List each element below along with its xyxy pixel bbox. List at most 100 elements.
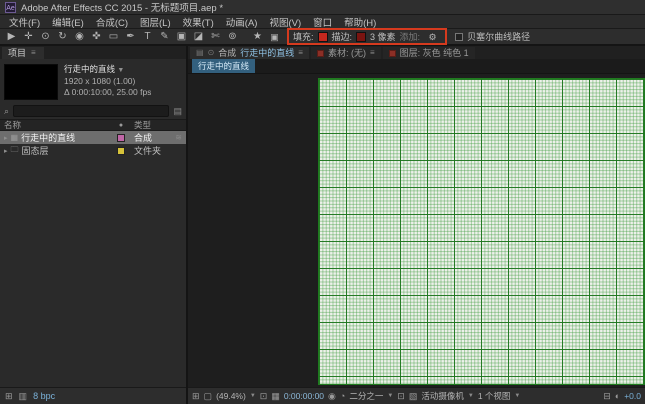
show-channel-icon[interactable]: ◔ [340,391,345,401]
active-camera-select[interactable]: 活动摄像机 [421,390,464,402]
rotation-tool-button[interactable]: ↻ [54,30,71,44]
bezier-path-option[interactable]: 贝塞尔曲线路径 [455,30,530,43]
tab-footage[interactable]: 素材: (无) ≡ [311,47,381,59]
snapping-icon[interactable]: ▣ [266,30,283,44]
menu-item-effect[interactable]: 效果(T) [177,15,220,29]
main-area: 项目 ≡ 行走中的直线 ▼ 1920 x 1080 (1.00) Δ 0:00:… [0,46,645,404]
app-window: Ae Adobe After Effects CC 2015 - 无标题项目.a… [0,0,645,404]
eraser-tool-button[interactable]: ◪ [190,30,207,44]
chevron-down-icon[interactable]: ▼ [387,393,393,399]
stroke-width-value[interactable]: 3 像素 [370,30,396,43]
interpret-footage-icon[interactable]: ⊞ [5,391,13,402]
brush-tool-button[interactable]: ✎ [156,30,173,44]
comp-duration-text: Δ 0:00:10:00, 25.00 fps [64,87,151,98]
roi-icon[interactable]: ⊡ [397,391,405,402]
pan-behind-tool-button[interactable]: ✜ [88,30,105,44]
menu-item-window[interactable]: 窗口 [307,15,338,29]
column-name[interactable]: 名称 [4,119,108,131]
pen-tool-button[interactable]: ✒ [122,30,139,44]
chevron-down-icon[interactable]: ▼ [117,67,124,74]
table-row-folder[interactable]: ▸ 🗀 固态层 文件夹 [0,144,186,157]
search-icon: ⌕ [4,106,9,117]
tab-project[interactable]: 项目 ≡ [2,47,44,59]
menu-item-composition[interactable]: 合成(C) [90,15,134,29]
menu-item-layer[interactable]: 图层(L) [134,15,177,29]
flowchart-icon[interactable]: ▤ [173,106,182,117]
label-column-icon[interactable]: ● [108,122,134,129]
clone-stamp-tool-button[interactable]: ▣ [173,30,190,44]
panel-menu-icon[interactable]: ≡ [31,47,36,59]
view-layout-select[interactable]: 1 个视图 [478,390,511,402]
camera-tool-button[interactable]: ◉ [71,30,88,44]
chevron-down-icon[interactable]: ▼ [514,393,520,399]
chevron-down-icon[interactable]: ▼ [250,393,256,399]
label-color-swatch[interactable] [117,134,125,142]
menu-item-help[interactable]: 帮助(H) [338,15,382,29]
transparency-grid-icon[interactable]: ▦ [271,391,280,402]
add-label: 添加: [400,30,421,43]
breadcrumb[interactable]: 行走中的直线 [192,59,255,73]
titlebar: Ae Adobe After Effects CC 2015 - 无标题项目.a… [0,0,645,15]
composition-tab-name: 行走中的直线 [240,47,294,59]
zoom-level[interactable]: (49.4%) [216,391,246,401]
composition-canvas-grid[interactable] [318,78,645,385]
grid-options-icon[interactable]: ⊞ [192,391,200,402]
column-type[interactable]: 类型 [134,119,182,131]
search-input[interactable] [13,105,169,117]
stroke-color-swatch[interactable] [356,32,366,42]
guides-icon[interactable]: ▧ [409,391,418,402]
fill-label[interactable]: 填充: [293,30,314,43]
preview-thumbnail [4,64,58,100]
viewer-pasteboard [188,74,645,387]
menubar: 文件(F) 编辑(E) 合成(C) 图层(L) 效果(T) 动画(A) 视图(V… [0,15,645,29]
comp-dimensions-text: 1920 x 1080 (1.00) [64,76,151,87]
project-bottom-bar: ⊞ ▥ 8 bpc [0,387,186,404]
tab-layer[interactable]: 图层: 灰色 纯色 1 [383,47,475,59]
composition-tab-label: 合成 [218,47,236,59]
item-name: 固态层 [22,144,49,157]
exposure-value[interactable]: +0.0 [624,391,641,401]
gear-icon[interactable]: ⚙ [424,30,441,44]
footage-tab-label: 素材: (无) [328,47,366,59]
menu-item-animation[interactable]: 动画(A) [220,15,264,29]
usage-icon: ≋ [175,133,182,142]
color-depth-indicator[interactable]: 8 bpc [33,391,55,401]
snapshot-icon[interactable]: ◉ [328,391,336,402]
fill-color-swatch[interactable] [318,32,328,42]
table-row-comp[interactable]: ▸ ▦ 行走中的直线 合成 ≋ [0,131,186,144]
hand-tool-button[interactable]: ✛ [20,30,37,44]
layer-tab-label: 图层: 灰色 纯色 1 [400,47,469,59]
comp-name-text: 行走中的直线 [64,64,115,74]
panel-grip-icon: ▤ [196,47,204,59]
tab-composition[interactable]: ▤ ⊙ 合成 行走中的直线 ≡ [190,47,309,59]
exposure-icon[interactable]: ◐ [615,391,620,401]
twirl-icon[interactable]: ▸ [4,147,8,155]
text-tool-button[interactable]: T [139,30,156,44]
lock-icon[interactable]: ⊙ [208,47,215,59]
current-time-indicator[interactable]: 0:00:00:00 [284,391,324,401]
shape-tool-button[interactable]: ▭ [105,30,122,44]
twirl-icon[interactable]: ▸ [4,134,8,142]
zoom-tool-button[interactable]: ⊙ [37,30,54,44]
project-panel: 项目 ≡ 行走中的直线 ▼ 1920 x 1080 (1.00) Δ 0:00:… [0,46,188,404]
viewer-bottom-bar: ⊞ ▢ (49.4%) ▼ ⊡ ▦ 0:00:00:00 ◉ ◔ 二分之一 ▼ … [188,387,645,404]
pixel-aspect-icon[interactable]: ⊟ [603,391,611,402]
panel-menu-icon[interactable]: ≡ [298,47,303,59]
workspace-star-icon[interactable]: ★ [249,30,266,44]
menu-item-view[interactable]: 视图(V) [263,15,307,29]
roto-brush-tool-button[interactable]: ✄ [207,30,224,44]
stroke-label[interactable]: 描边: [332,30,353,43]
chevron-down-icon[interactable]: ▼ [468,393,474,399]
puppet-pin-tool-button[interactable]: ⊚ [224,30,241,44]
new-folder-icon[interactable]: ▥ [19,391,28,402]
menu-item-edit[interactable]: 编辑(E) [46,15,90,29]
bezier-checkbox[interactable] [455,33,463,41]
panel-menu-icon[interactable]: ≡ [370,47,375,59]
selection-tool-button[interactable]: ▶ [3,30,20,44]
resolution-select[interactable]: 二分之一 [349,390,383,402]
mask-visibility-icon[interactable]: ▢ [204,391,213,402]
comp-navigator: 行走中的直线 [188,59,645,74]
region-of-interest-icon[interactable]: ⊡ [260,391,268,402]
label-color-swatch[interactable] [117,147,125,155]
menu-item-file[interactable]: 文件(F) [3,15,46,29]
